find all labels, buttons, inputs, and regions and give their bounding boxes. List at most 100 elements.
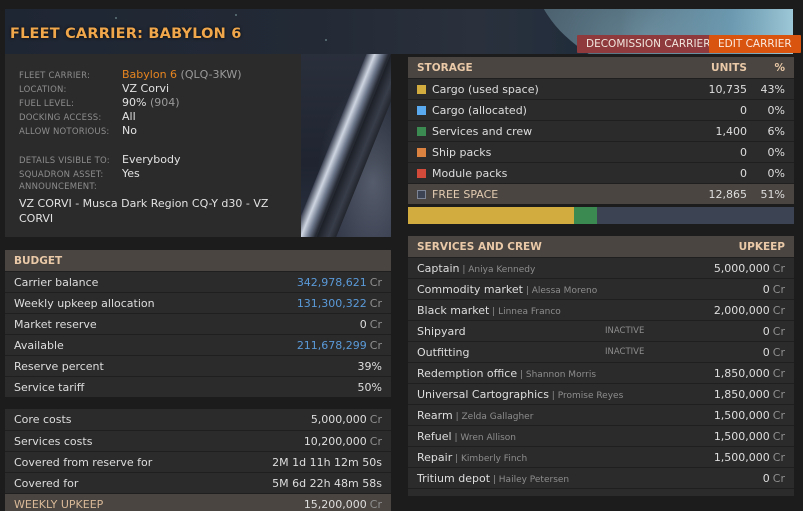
currency-label: Cr: [772, 282, 785, 296]
storage-row-label: Module packs: [417, 167, 683, 180]
costs-amount: 5,000,000: [310, 413, 367, 426]
currency-label: Cr: [772, 261, 785, 275]
currency-label: Cr: [369, 434, 382, 448]
service-row-captain[interactable]: Captain | Aniya Kennedy 5,000,000 Cr: [408, 257, 794, 278]
service-row-shipyard[interactable]: Shipyard INACTIVE 0 Cr: [408, 320, 794, 341]
storage-row-label: Cargo (allocated): [417, 104, 683, 117]
service-row-outfitting[interactable]: Outfitting INACTIVE 0 Cr: [408, 341, 794, 362]
info-row-details-visible: DETAILS VISIBLE TO: Everybody: [19, 153, 181, 166]
costs-table: Core costs 5,000,000 Cr Services costs 10,20…: [5, 409, 391, 511]
budget-amount: 211,678,299: [296, 338, 367, 352]
separator: |: [548, 390, 558, 401]
service-name: Black market | Linnea Franco: [417, 304, 685, 317]
service-upkeep: 1,500,000 Cr: [685, 430, 785, 443]
service-row-repair[interactable]: Repair | Kimberly Finch 1,500,000 Cr: [408, 446, 794, 467]
service-name: Commodity market | Alessa Moreno: [417, 283, 685, 296]
storage-units: 10,735: [708, 82, 748, 96]
service-upkeep: 1,500,000 Cr: [685, 451, 785, 464]
page-title: FLEET CARRIER: BABYLON 6: [10, 26, 242, 42]
legend-swatch-icon: [417, 105, 426, 115]
storage-percent: 0%: [767, 145, 785, 159]
service-name: Repair | Kimberly Finch: [417, 451, 685, 464]
service-label: Outfitting: [417, 345, 470, 359]
crew-member-name: Aniya Kennedy: [468, 264, 536, 275]
storage-row-label: Ship packs: [417, 146, 683, 159]
budget-row-carrier-balance: Carrier balance 342,978,621 Cr: [5, 271, 391, 292]
service-label: Repair: [417, 450, 453, 464]
budget-amount: 342,978,621: [296, 275, 367, 289]
upkeep-amount: 5,000,000: [713, 261, 770, 275]
service-upkeep: 2,000,000 Cr: [685, 304, 785, 317]
storage-units: 1,400: [715, 124, 748, 138]
currency-label: Cr: [772, 303, 785, 317]
separator: |: [490, 474, 499, 485]
service-label: Rearm: [417, 408, 453, 422]
currency-label: Cr: [369, 317, 382, 331]
service-upkeep: 0 Cr: [685, 472, 785, 485]
budget-row-value: 0 Cr: [360, 318, 382, 331]
decommission-carrier-button[interactable]: DECOMISSION CARRIER: [577, 35, 720, 53]
currency-label: Cr: [772, 366, 785, 380]
service-label: Captain: [417, 261, 460, 275]
service-row-commodity-market[interactable]: Commodity market | Alessa Moreno 0 Cr: [408, 278, 794, 299]
service-label: Shipyard: [417, 324, 466, 338]
currency-label: Cr: [772, 387, 785, 401]
service-row-refuel[interactable]: Refuel | Wren Allison 1,500,000 Cr: [408, 425, 794, 446]
upkeep-amount: 0: [762, 345, 770, 359]
budget-row-value: 211,678,299 Cr: [297, 339, 382, 352]
service-row-rearm[interactable]: Rearm | Zelda Gallagher 1,500,000 Cr: [408, 404, 794, 425]
info-row-allow-notorious: ALLOW NOTORIOUS: No: [19, 124, 137, 137]
upkeep-amount: 1,850,000: [713, 387, 770, 401]
budget-row-value: 50%: [358, 381, 382, 394]
service-row-redemption-office[interactable]: Redemption office | Shannon Morris 1,850,…: [408, 362, 794, 383]
carrier-info-panel: FLEET CARRIER: Babylon 6 (QLQ-3KW) LOCAT…: [5, 54, 301, 237]
service-row-black-market[interactable]: Black market | Linnea Franco 2,000,000 Cr: [408, 299, 794, 320]
storage-row-module-packs: Module packs 0 0%: [408, 162, 794, 183]
currency-label: Cr: [772, 324, 785, 338]
weekly-upkeep-label[interactable]: WEEKLY UPKEEP: [14, 497, 104, 511]
edit-carrier-button[interactable]: EDIT CARRIER: [709, 35, 801, 53]
service-upkeep: 1,850,000 Cr: [685, 367, 785, 380]
currency-label: Cr: [772, 471, 785, 485]
budget-row-label: Market reserve: [14, 317, 97, 331]
storage-row-services-and-crew: Services and crew 1,400 6%: [408, 120, 794, 141]
costs-amount: 2M 1d 11h 12m 50s: [272, 455, 382, 469]
crew-member-name: Promise Reyes: [557, 390, 624, 401]
storage-percent: 0%: [767, 103, 785, 117]
service-row-universal-cartographics[interactable]: Universal Cartographics | Promise Reyes 1…: [408, 383, 794, 404]
service-name: Tritium depot | Hailey Petersen: [417, 472, 685, 485]
service-name: Captain | Aniya Kennedy: [417, 262, 685, 275]
service-status-badge: INACTIVE: [605, 347, 645, 357]
costs-amount: 10,200,000: [303, 434, 367, 448]
service-row-tritium-depot[interactable]: Tritium depot | Hailey Petersen 0 Cr: [408, 467, 794, 488]
announcement-text: VZ CORVI - Musca Dark Region CQ-Y d30 - …: [19, 197, 269, 225]
budget-amount: 50%: [357, 380, 382, 394]
free-space-swatch-icon: [417, 189, 426, 199]
service-name: Refuel | Wren Allison: [417, 430, 685, 443]
storage-table: STORAGE UNITS % Cargo (used space) 10,735…: [408, 57, 794, 204]
separator: |: [459, 264, 469, 275]
budget-row-market-reserve: Market reserve 0 Cr: [5, 313, 391, 334]
costs-row-label: Core costs: [14, 413, 72, 426]
upkeep-amount: 0: [762, 282, 770, 296]
costs-row-label: Services costs: [14, 434, 93, 448]
legend-swatch-icon: [417, 126, 426, 136]
budget-header: BUDGET: [5, 250, 391, 271]
budget-row-label: Weekly upkeep allocation: [14, 296, 155, 310]
budget-row-value: 131,300,322 Cr: [297, 297, 382, 310]
service-label: Black market: [417, 303, 490, 317]
budget-row-reserve-percent: Reserve percent 39%: [5, 355, 391, 376]
storage-label-text: Cargo (used space): [432, 82, 539, 96]
storage-units: 0: [740, 166, 747, 180]
service-label: Redemption office: [417, 366, 518, 380]
service-upkeep: 0 Cr: [685, 346, 785, 359]
storage-bar-segment-cargo-used-space: [408, 207, 574, 224]
separator: |: [522, 285, 532, 296]
storage-units: 0: [740, 103, 747, 117]
storage-percent: 43%: [760, 82, 785, 96]
service-status-badge: INACTIVE: [605, 326, 645, 336]
storage-row-ship-packs: Ship packs 0 0%: [408, 141, 794, 162]
crew-member-name: Kimberly Finch: [460, 453, 528, 464]
service-name: Shipyard: [417, 325, 605, 338]
separator: |: [489, 306, 499, 317]
